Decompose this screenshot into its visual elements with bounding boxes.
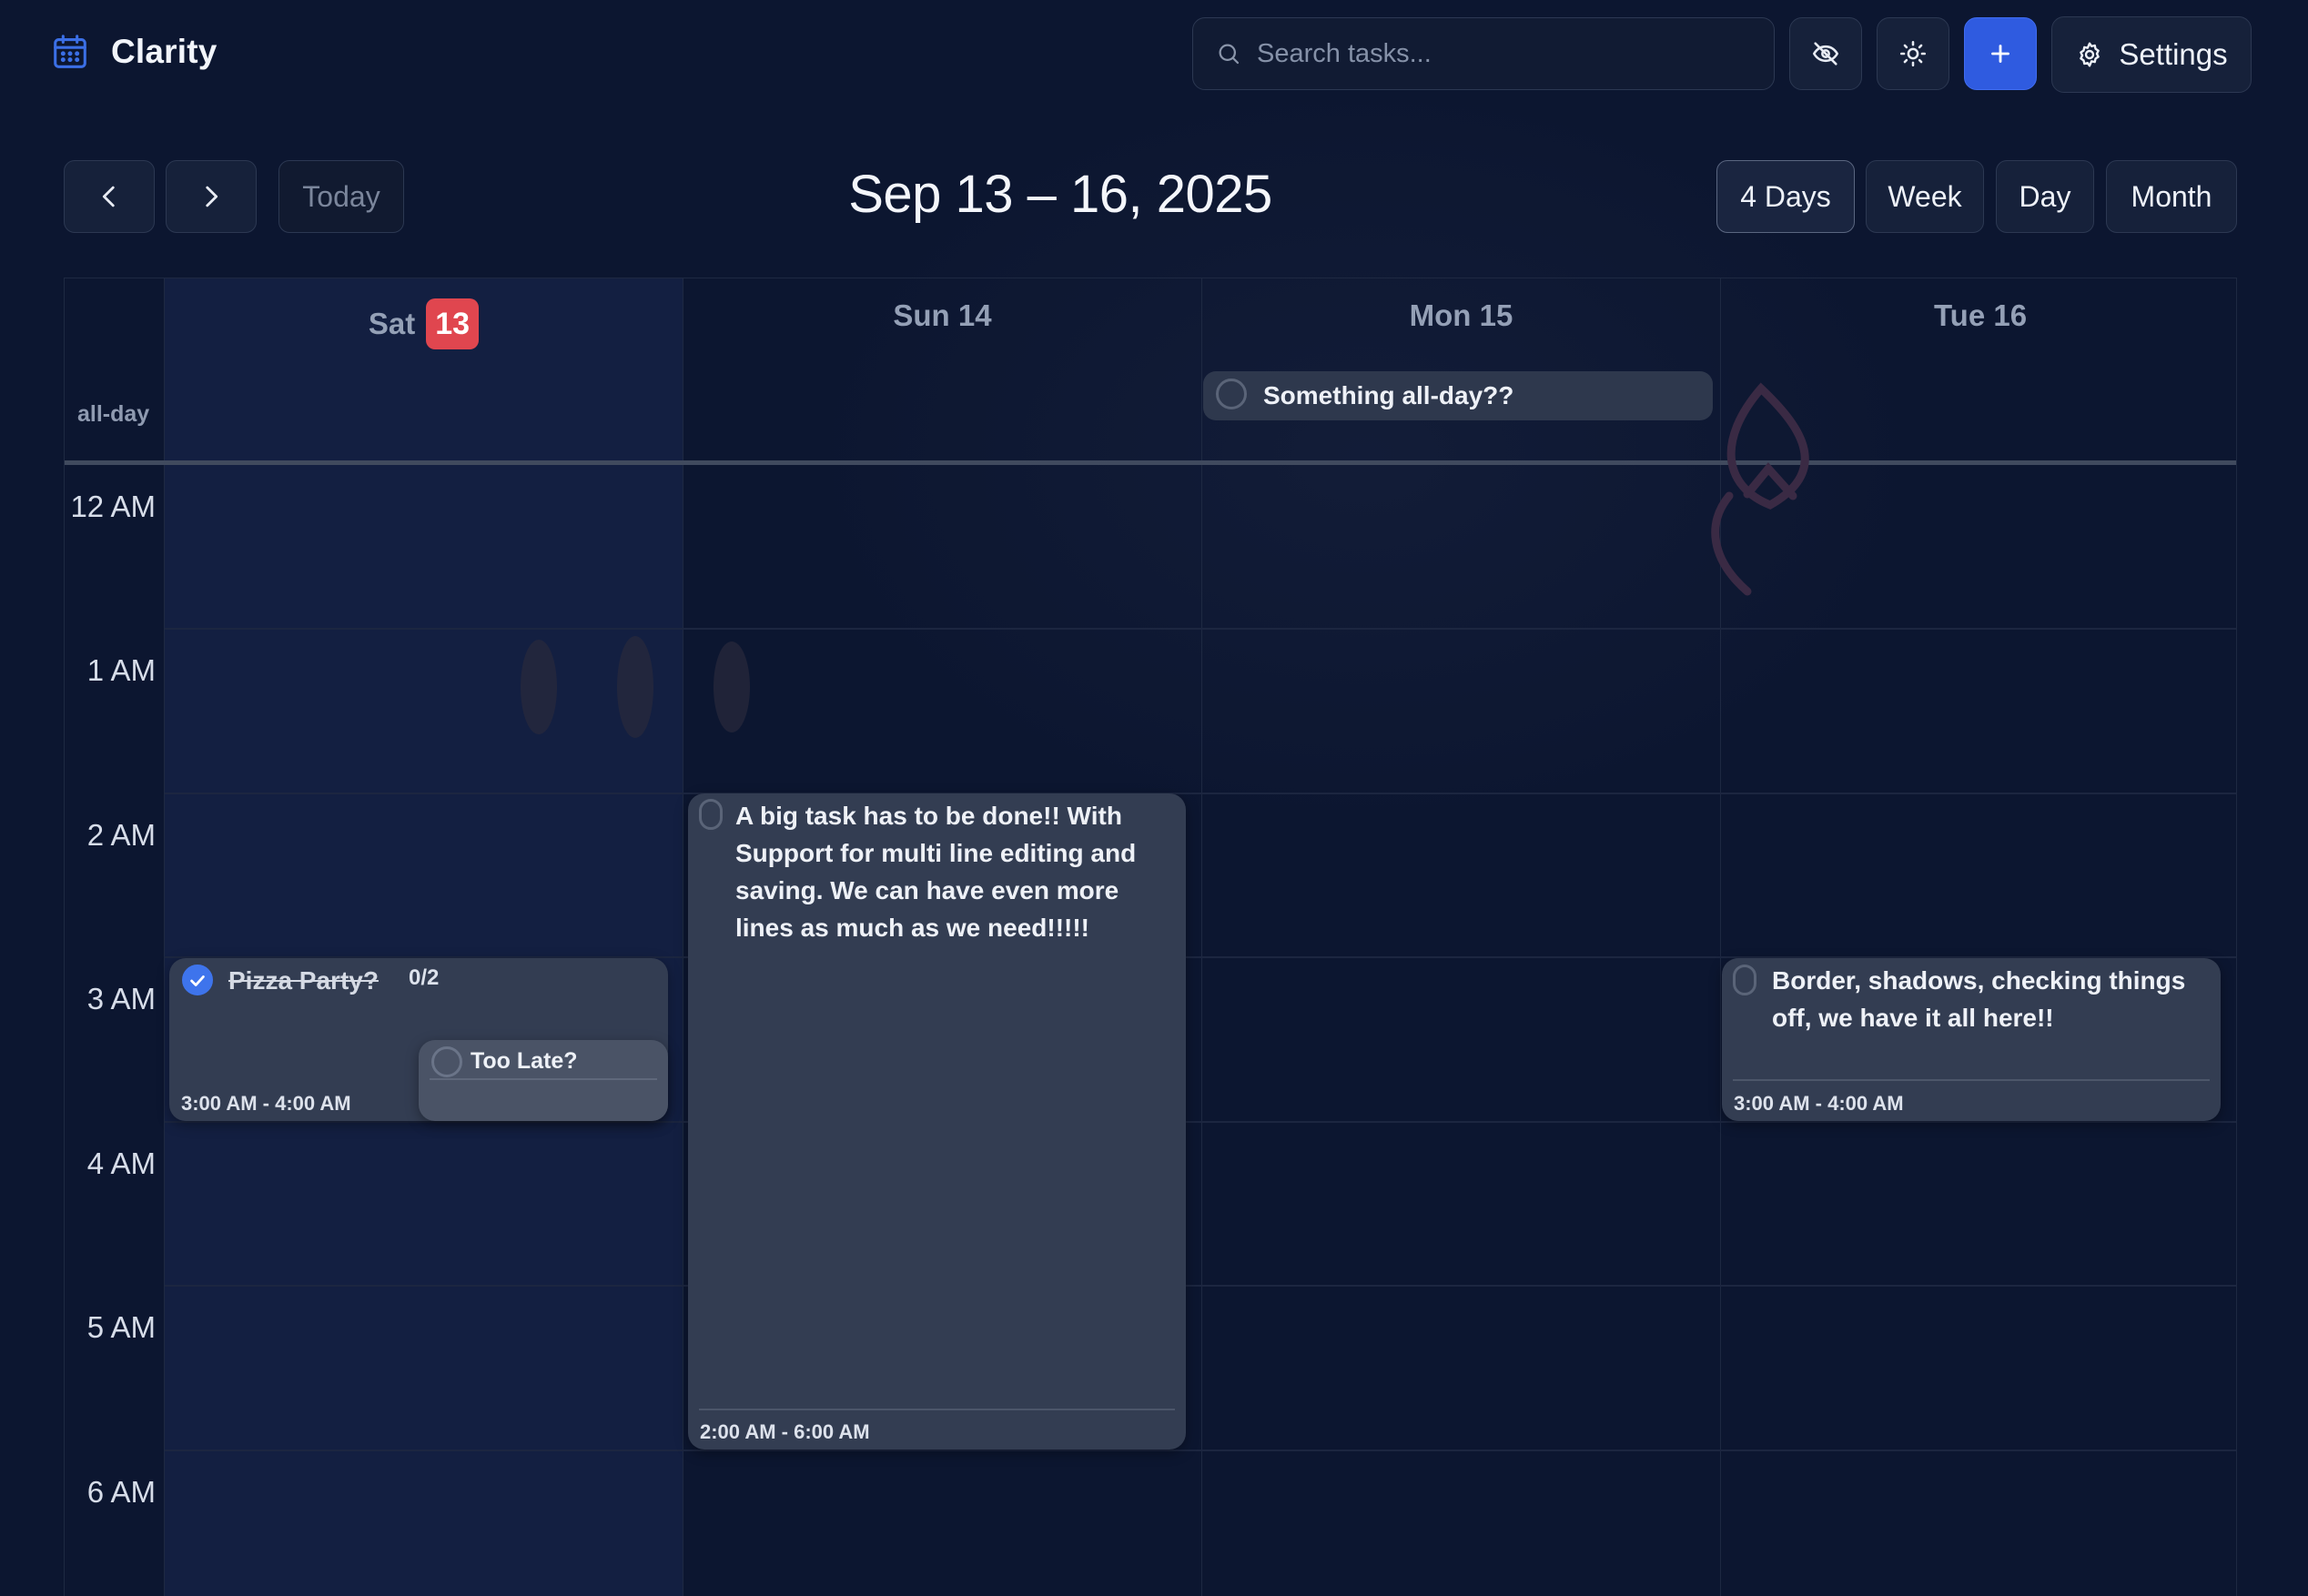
hour-label: 12 AM [70, 490, 156, 523]
previous-button[interactable] [64, 160, 155, 233]
check-icon [190, 975, 205, 986]
top-bar: Clarity Settings [0, 0, 2308, 109]
plus-icon [1991, 45, 2009, 63]
task-checkbox[interactable] [1216, 379, 1247, 409]
add-task-button[interactable] [1964, 17, 2037, 90]
hide-completed-button[interactable] [1789, 17, 1862, 90]
all-day-event[interactable]: Something all-day?? [1203, 371, 1713, 420]
event-divider [1733, 1079, 2210, 1081]
gear-icon [2080, 42, 2100, 67]
day-label: Tue 16 [1933, 298, 2028, 332]
hour-label: 4 AM [86, 1146, 156, 1180]
day-header-tue: Tue 16 [1721, 298, 2236, 333]
event-title: Border, shadows, checking things off, we… [1772, 966, 2186, 1032]
day-column-sat[interactable]: Sat 13 [165, 278, 683, 1596]
hour-label: 6 AM [86, 1475, 156, 1509]
event-time: 3:00 AM - 4:00 AM [181, 1092, 351, 1115]
day-column-mon[interactable]: Mon 15 [1202, 278, 1721, 1596]
view-day-button[interactable]: Day [1996, 160, 2094, 233]
search-input[interactable] [1257, 38, 1774, 69]
task-checkbox[interactable] [1733, 965, 1756, 995]
hour-line [165, 1285, 2236, 1287]
next-button[interactable] [166, 160, 257, 233]
subtask-count: 0/2 [409, 965, 440, 990]
event-title: Too Late? [471, 1048, 578, 1074]
day-label: Mon 15 [1409, 298, 1513, 332]
settings-label: Settings [2119, 37, 2228, 71]
task-checkbox-checked[interactable] [182, 965, 213, 995]
view-month-button[interactable]: Month [2106, 160, 2237, 233]
view-4-days-button[interactable]: 4 Days [1716, 160, 1855, 233]
day-header-sun: Sun 14 [683, 298, 1201, 333]
decorative-leaves [521, 636, 750, 738]
chevron-right-icon [206, 186, 218, 207]
hour-label: 1 AM [86, 653, 156, 687]
hour-label: 3 AM [86, 982, 156, 1015]
event-divider [699, 1409, 1175, 1410]
event-card[interactable]: Border, shadows, checking things off, we… [1722, 958, 2221, 1121]
task-checkbox[interactable] [699, 799, 723, 830]
search-box[interactable] [1192, 17, 1775, 90]
theme-toggle-button[interactable] [1877, 17, 1949, 90]
event-time: 2:00 AM - 6:00 AM [700, 1420, 870, 1443]
day-header-mon: Mon 15 [1202, 298, 1720, 333]
today-button[interactable]: Today [278, 160, 404, 233]
date-range-title: Sep 13 – 16, 2025 [848, 165, 1272, 224]
search-icon [1219, 44, 1240, 65]
chevron-left-icon [102, 186, 115, 207]
hour-label: 5 AM [86, 1310, 156, 1344]
sun-icon [1899, 40, 1927, 67]
day-label: Sun 14 [893, 298, 992, 332]
today-date-badge: 13 [426, 298, 480, 349]
event-title: Something all-day?? [1263, 381, 1514, 409]
brand: Clarity [49, 31, 218, 73]
view-week-button[interactable]: Week [1866, 160, 1984, 233]
time-gutter: all-day [65, 278, 165, 1596]
event-title: A big task has to be done!! With Support… [735, 802, 1137, 942]
event-time: 3:00 AM - 4:00 AM [1734, 1092, 1904, 1115]
eye-off-icon [1812, 42, 1839, 66]
app-name: Clarity [111, 33, 218, 70]
event-title: Pizza Party? [228, 966, 379, 995]
hour-line [165, 1450, 2236, 1451]
day-header-sat: Sat 13 [165, 298, 683, 349]
day-weekday: Sat [368, 307, 416, 340]
hour-line [165, 793, 2236, 794]
settings-button[interactable]: Settings [2051, 16, 2252, 93]
calendar-icon [54, 35, 86, 68]
task-checkbox[interactable] [431, 1046, 462, 1077]
event-divider [430, 1078, 657, 1080]
event-card[interactable]: Too Late? [419, 1040, 668, 1121]
all-day-separator [65, 460, 2236, 465]
hour-label: 2 AM [86, 818, 156, 852]
event-card[interactable]: A big task has to be done!! With Support… [688, 793, 1186, 1450]
hour-line [165, 628, 2236, 630]
hour-line [165, 1121, 2236, 1123]
all-day-label: all-day [77, 401, 150, 427]
